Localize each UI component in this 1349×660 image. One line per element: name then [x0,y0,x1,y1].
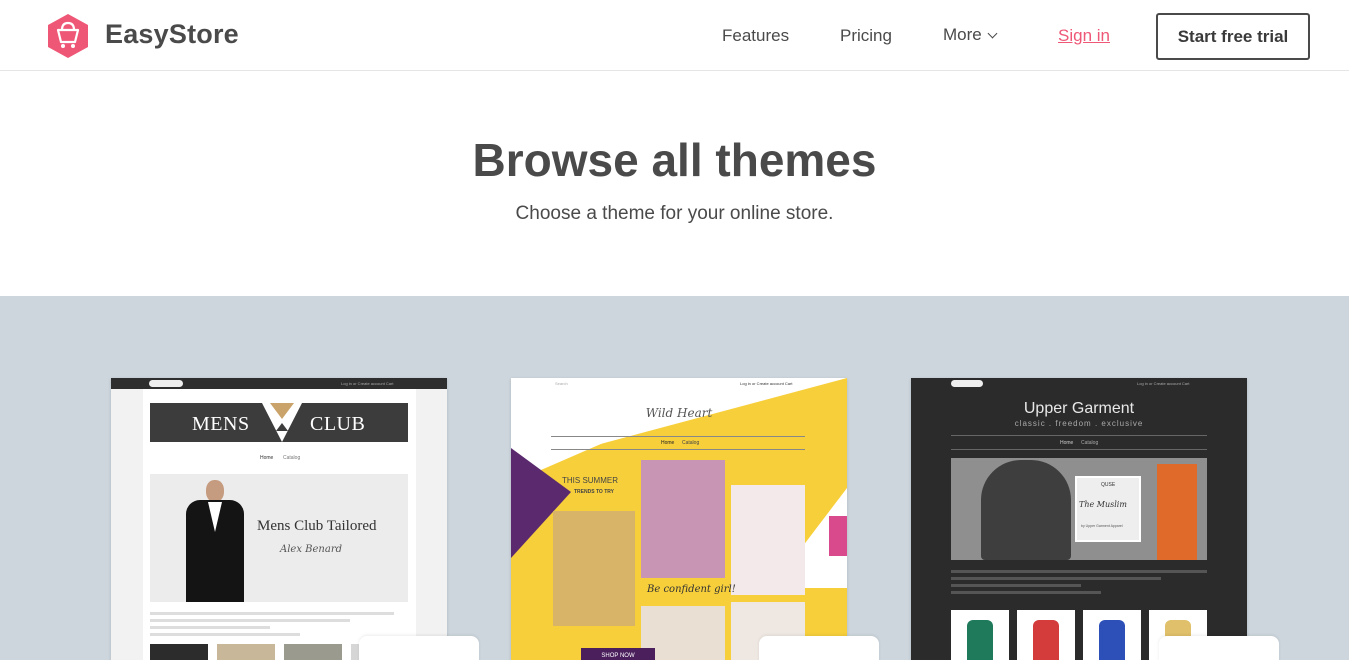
product-thumb [217,644,275,660]
nav-more-label: More [943,25,982,44]
banner-right-text: CLUB [310,413,366,435]
model-photo [553,511,635,626]
product-thumb [1083,610,1141,660]
preview-logo: Wild Heart [645,406,713,420]
preview-account-links: Log in or Create account Cart [740,381,793,386]
bowtie-logo-icon [262,403,302,442]
text-line [951,570,1207,573]
model-photo [731,485,805,595]
shirt-figure [1099,620,1125,660]
nav-features-link[interactable]: Features [722,26,789,46]
product-thumb [284,644,342,660]
preview-banner: MENS CLUB [150,403,408,442]
theme-card-mens-club[interactable]: Log in or Create account Cart MENS CLUB … [111,378,447,660]
preview-signature: Alex Benard [280,544,343,555]
page-title: Browse all themes [472,134,877,186]
text-line [150,633,300,636]
preview-search-field: Search [555,381,568,386]
divider [951,449,1207,450]
text-line [150,626,270,629]
preview-nav-home: Home [1060,440,1074,446]
shirt-figure [967,620,993,660]
preview-nav-home: Home [661,440,675,446]
preview-hero-image: Mens Club Tailored Alex Benard [150,474,408,602]
divider [551,436,805,437]
preview-shop-button: SHOP NOW [581,648,655,660]
model-figure [206,480,224,502]
shirt-figure [1033,620,1059,660]
model-figure [1157,464,1197,560]
preview-account-links: Log in or Create account Cart [1137,381,1190,386]
preview-topbar: Log in or Create account Cart [111,378,447,389]
model-photo [641,460,725,578]
shopping-bag-icon[interactable] [46,13,90,59]
theme-card-wild-heart[interactable]: Search Log in or Create account Cart Wil… [511,378,847,660]
preview-promo-subtitle: TRENDS TO TRY [574,489,615,495]
divider [951,435,1207,436]
start-free-trial-button[interactable]: Start free trial [1156,13,1310,60]
nav-more-dropdown[interactable]: More [943,25,998,45]
preview-label-card: QUSE by Upper Garment Apparel [1075,476,1141,542]
text-line [951,577,1161,580]
text-line [951,591,1101,594]
sign-in-link[interactable]: Sign in [1058,26,1110,46]
theme-card-upper-garment[interactable]: Log in or Create account Cart Upper Garm… [911,378,1247,660]
model-figure [981,460,1071,560]
preview-search-field [951,380,983,387]
preview-promo-title: THIS SUMMER [562,476,618,485]
page-subtitle: Choose a theme for your online store. [515,203,834,224]
preview-title: Upper Garment [1023,400,1135,417]
product-thumb [1017,610,1075,660]
brand-name[interactable]: EasyStore [105,19,239,50]
preview-nav-catalog: Catalog [283,455,301,461]
theme-card-info-tab[interactable] [759,636,879,660]
site-header: EasyStore Features Pricing More Sign in … [0,0,1349,71]
preview-account-links: Log in or Create account Cart [341,381,394,386]
product-thumb [150,644,208,660]
themes-gallery: Log in or Create account Cart MENS CLUB … [0,296,1349,660]
preview-tagline: classic . freedom . exclusive [1014,419,1144,428]
preview-card-title: The Muslim [1079,500,1127,509]
preview-card-brand: QUSE [1101,482,1116,488]
pink-accent-shape [829,516,847,556]
preview-nav-catalog: Catalog [682,440,700,446]
divider [551,449,805,450]
preview-page: MENS CLUB Home Catalog Mens Club Tailore… [143,389,416,660]
product-thumb [951,610,1009,660]
theme-card-info-tab[interactable] [359,636,479,660]
nav-pricing-link[interactable]: Pricing [840,26,892,46]
preview-card-by: by Upper Garment Apparel [1081,524,1123,528]
text-line [150,612,394,615]
preview-headline: Mens Club Tailored [257,518,377,534]
preview-nav-home: Home [260,455,274,461]
text-line [150,619,350,622]
theme-card-info-tab[interactable] [1159,636,1279,660]
preview-hero-image: QUSE by Upper Garment Apparel The Muslim [951,458,1207,560]
text-line [951,584,1081,587]
banner-left-text: MENS [192,413,250,435]
preview-script-text: Be confident girl! [647,584,736,595]
chevron-down-icon [987,28,998,39]
preview-nav-catalog: Catalog [1081,440,1099,446]
preview-search-field [149,380,183,387]
